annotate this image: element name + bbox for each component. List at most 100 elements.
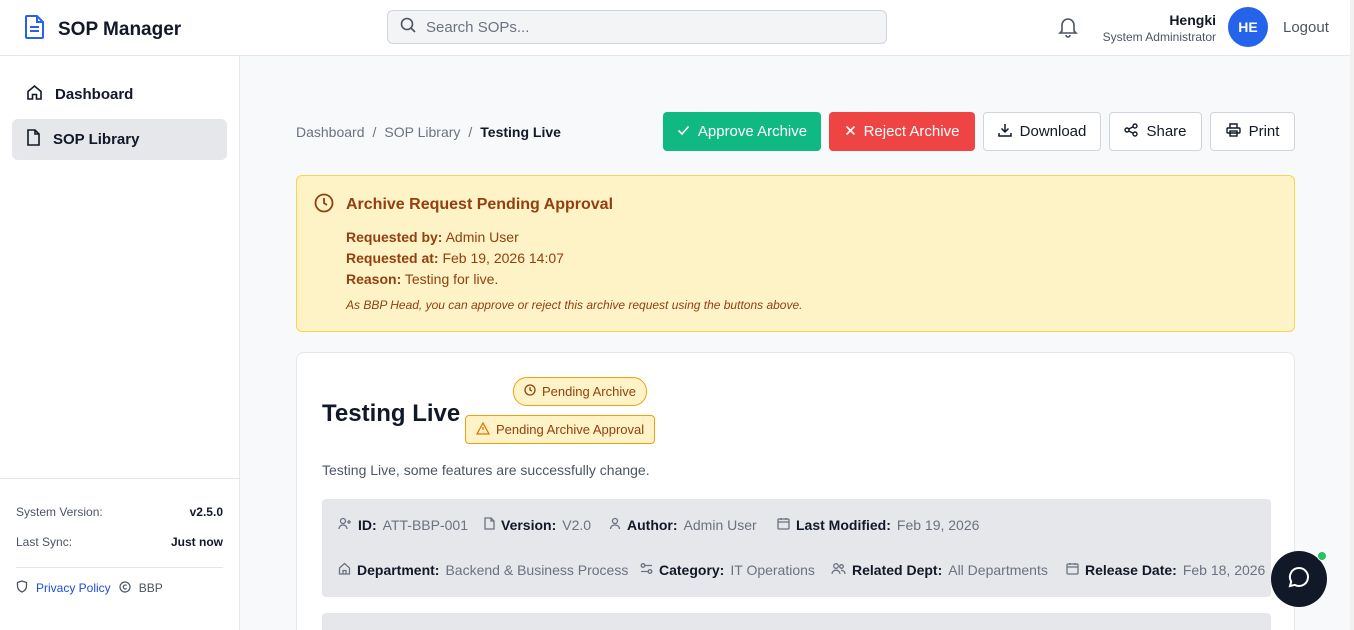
sidebar-item-sop-library[interactable]: SOP Library bbox=[12, 119, 227, 160]
approve-archive-button[interactable]: Approve Archive bbox=[663, 112, 821, 151]
breadcrumb-current: Testing Live bbox=[480, 124, 561, 140]
meta-id-label: ID: bbox=[358, 517, 377, 533]
file-icon bbox=[484, 517, 495, 533]
meta-author-value: Admin User bbox=[683, 517, 757, 533]
meta-modified-value: Feb 19, 2026 bbox=[896, 517, 980, 533]
document-section-panel bbox=[322, 613, 1271, 630]
share-icon bbox=[1124, 122, 1139, 141]
sidebar-footer: System Version: v2.5.0 Last Sync: Just n… bbox=[0, 478, 239, 596]
clock-icon bbox=[314, 193, 334, 218]
user-info: Hengki System Administrator bbox=[1103, 12, 1216, 44]
meta-id: ID: ATT-BBP-001 bbox=[338, 517, 468, 533]
calendar-icon bbox=[1066, 562, 1079, 578]
breadcrumb-separator: / bbox=[372, 124, 377, 140]
system-version-row: System Version: v2.5.0 bbox=[16, 497, 223, 527]
share-label: Share bbox=[1146, 123, 1187, 140]
requested-by-label: Requested by: bbox=[346, 229, 443, 245]
meta-last-modified: Last Modified: Feb 19, 2026 bbox=[777, 517, 979, 533]
breadcrumb: Dashboard / SOP Library / Testing Live bbox=[296, 124, 561, 140]
document-logo-icon bbox=[24, 14, 46, 45]
breadcrumb-sop-library[interactable]: SOP Library bbox=[384, 124, 460, 140]
meta-author-label: Author: bbox=[627, 517, 678, 533]
meta-id-value: ATT-BBP-001 bbox=[382, 517, 468, 533]
meta-release-date: Release Date: Feb 18, 2026 bbox=[1066, 562, 1265, 578]
reason-label: Reason: bbox=[346, 271, 402, 287]
page-scrollbar[interactable] bbox=[1350, 0, 1354, 630]
sidebar: Dashboard SOP Library System Version: v2… bbox=[0, 56, 240, 630]
copyright-icon bbox=[119, 580, 131, 596]
meta-department-label: Department: bbox=[357, 562, 440, 578]
online-status-dot bbox=[1317, 551, 1327, 561]
privacy-policy-link[interactable]: Privacy Policy bbox=[36, 581, 111, 595]
meta-author: Author: Admin User bbox=[609, 517, 757, 533]
top-header: SOP Manager Hengki System Administrator … bbox=[0, 0, 1354, 56]
print-label: Print bbox=[1248, 123, 1280, 140]
category-icon bbox=[640, 562, 653, 578]
meta-version: Version: V2.0 bbox=[484, 517, 591, 533]
meta-modified-label: Last Modified: bbox=[796, 517, 891, 533]
download-button[interactable]: Download bbox=[983, 112, 1101, 151]
logout-button[interactable]: Logout bbox=[1283, 19, 1329, 36]
approval-badge: Pending Archive Approval bbox=[465, 415, 656, 444]
sidebar-item-label: SOP Library bbox=[53, 131, 140, 148]
app-logo[interactable]: SOP Manager bbox=[24, 14, 181, 45]
print-button[interactable]: Print bbox=[1210, 112, 1295, 151]
document-card: Testing Live Pending Archive Pending Arc… bbox=[296, 352, 1295, 630]
file-icon bbox=[26, 129, 41, 150]
notification-bell-icon[interactable] bbox=[1058, 16, 1078, 43]
system-version-label: System Version: bbox=[16, 505, 103, 519]
reject-archive-button[interactable]: Reject Archive bbox=[829, 112, 975, 151]
download-label: Download bbox=[1019, 123, 1087, 140]
search-icon bbox=[400, 17, 416, 38]
meta-related-value: All Departments bbox=[948, 562, 1048, 578]
document-metadata: ID: ATT-BBP-001 Version: V2.0 Author: Admin… bbox=[322, 499, 1271, 597]
approval-badge-label: Pending Archive Approval bbox=[496, 422, 645, 437]
breadcrumb-dashboard[interactable]: Dashboard bbox=[296, 124, 365, 140]
shield-icon bbox=[16, 580, 28, 596]
meta-version-value: V2.0 bbox=[562, 517, 592, 533]
chat-bubble-icon bbox=[1287, 565, 1311, 594]
meta-release-label: Release Date: bbox=[1085, 562, 1177, 578]
requested-at-row: Requested at: Feb 19, 2026 14:07 bbox=[346, 248, 564, 269]
last-sync-label: Last Sync: bbox=[16, 535, 73, 549]
footer-links: Privacy Policy BBP bbox=[16, 580, 223, 596]
users-icon bbox=[831, 562, 846, 578]
user-plus-icon bbox=[338, 517, 352, 533]
system-version-value: v2.5.0 bbox=[189, 505, 223, 519]
sidebar-item-label: Dashboard bbox=[55, 86, 134, 103]
meta-version-label: Version: bbox=[501, 517, 557, 533]
meta-release-value: Feb 18, 2026 bbox=[1182, 562, 1266, 578]
breadcrumb-separator: / bbox=[468, 124, 473, 140]
requested-at-label: Requested at: bbox=[346, 250, 439, 266]
last-sync-value: Just now bbox=[170, 535, 223, 549]
sidebar-item-dashboard[interactable]: Dashboard bbox=[12, 74, 227, 115]
approve-archive-label: Approve Archive bbox=[697, 123, 808, 140]
requested-by-row: Requested by: Admin User bbox=[346, 227, 564, 248]
user-icon bbox=[609, 517, 621, 533]
document-description: Testing Live, some features are successf… bbox=[322, 462, 650, 478]
status-badge-label: Pending Archive bbox=[542, 384, 636, 399]
search-input[interactable] bbox=[426, 18, 846, 36]
alert-title: Archive Request Pending Approval bbox=[346, 196, 614, 213]
reason-row: Reason: Testing for live. bbox=[346, 269, 564, 290]
meta-department-value: Backend & Business Process bbox=[445, 562, 629, 578]
meta-category: Category: IT Operations bbox=[640, 562, 815, 578]
search-box[interactable] bbox=[387, 10, 887, 44]
requested-at-value: Feb 19, 2026 14:07 bbox=[442, 250, 564, 266]
app-title: SOP Manager bbox=[58, 18, 182, 40]
meta-related-label: Related Dept: bbox=[852, 562, 943, 578]
calendar-icon bbox=[777, 517, 790, 533]
copyright-text: BBP bbox=[138, 581, 163, 595]
user-name: Hengki bbox=[1169, 12, 1216, 28]
meta-related-dept: Related Dept: All Departments bbox=[831, 562, 1048, 578]
avatar[interactable]: HE bbox=[1228, 7, 1268, 47]
last-sync-row: Last Sync: Just now bbox=[16, 527, 223, 557]
share-button[interactable]: Share bbox=[1109, 112, 1202, 151]
check-icon bbox=[677, 123, 690, 140]
alert-details: Requested by: Admin User Requested at: F… bbox=[346, 227, 564, 290]
meta-department: Department: Backend & Business Process bbox=[338, 562, 628, 578]
download-icon bbox=[997, 123, 1012, 141]
reason-value: Testing for live. bbox=[404, 271, 499, 287]
document-title: Testing Live bbox=[322, 400, 461, 427]
divider bbox=[16, 567, 223, 568]
